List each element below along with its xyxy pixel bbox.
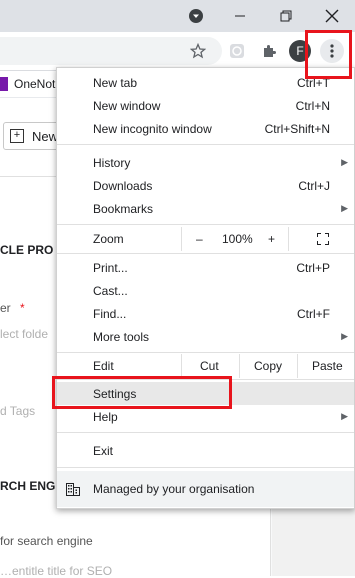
restore-button[interactable] (263, 0, 309, 32)
new-button-label: New (32, 128, 59, 144)
extension-app-icon (230, 44, 244, 58)
menu-separator (57, 253, 354, 254)
menu-label: New incognito window (93, 121, 212, 136)
field2-label: for search engine (0, 534, 93, 548)
submenu-arrow-icon: ▶ (341, 411, 348, 421)
submenu-arrow-icon: ▶ (341, 157, 348, 167)
menu-bookmarks[interactable]: Bookmarks ▶ (57, 197, 354, 220)
edit-divider (181, 354, 182, 378)
menu-label: History (93, 155, 131, 170)
menu-label: More tools (93, 329, 150, 344)
menu-label: Managed by your organisation (93, 482, 255, 496)
required-mark: * (20, 301, 25, 315)
menu-print[interactable]: Print... Ctrl+P (57, 256, 354, 279)
menu-separator (57, 224, 354, 225)
fullscreen-icon[interactable] (317, 233, 329, 245)
menu-label: Help (93, 409, 118, 424)
edit-divider (297, 354, 298, 378)
menu-more-tools[interactable]: More tools ▶ (57, 325, 354, 348)
close-window-button[interactable] (309, 0, 355, 32)
menu-managed[interactable]: Managed by your organisation (57, 471, 354, 507)
shortcut: Ctrl+N (295, 98, 330, 113)
zoom-in-button[interactable]: + (268, 232, 275, 246)
menu-separator (57, 432, 354, 433)
menu-new-incognito[interactable]: New incognito window Ctrl+Shift+N (57, 117, 354, 140)
menu-label: Exit (93, 443, 114, 458)
cut-button[interactable]: Cut (200, 359, 219, 373)
shortcut: Ctrl+Shift+N (264, 121, 330, 136)
section-heading-1: CLE PRO (0, 243, 54, 257)
menu-label: Downloads (93, 178, 153, 193)
plus-icon: + (10, 129, 24, 143)
menu-exit[interactable]: Exit (57, 439, 354, 462)
zoom-label: Zoom (93, 232, 124, 246)
menu-downloads[interactable]: Downloads Ctrl+J (57, 174, 354, 197)
menu-label: Cast... (93, 283, 128, 298)
menu-separator (57, 144, 354, 145)
menu-zoom-row: Zoom – 100% + (57, 227, 354, 251)
browser-toolbar: F (0, 32, 355, 71)
chrome-main-menu: New tab Ctrl+T New window Ctrl+N New incog… (56, 67, 355, 509)
zoom-level: 100% (222, 232, 253, 246)
field1-label: er * (0, 301, 25, 315)
zoom-out-button[interactable]: – (196, 232, 203, 246)
shortcut: Ctrl+J (298, 178, 330, 193)
zoom-divider (181, 227, 182, 251)
menu-edit-row: Edit Cut Copy Paste (57, 354, 354, 378)
bookmark-onenote[interactable]: OneNot (14, 77, 55, 91)
highlight-settings (52, 376, 232, 409)
restore-icon (280, 10, 292, 22)
menu-label: New tab (93, 75, 138, 90)
menu-label: Find... (93, 306, 127, 321)
divider (0, 176, 56, 177)
minimize-icon (235, 15, 245, 17)
chevron-circle-icon (189, 9, 203, 23)
menu-new-window[interactable]: New window Ctrl+N (57, 94, 354, 117)
menu-label: New window (93, 98, 161, 113)
menu-separator (57, 352, 354, 353)
extensions-menu-button[interactable] (257, 39, 281, 63)
menu-separator (57, 467, 354, 468)
puzzle-icon (264, 45, 276, 57)
tags-input[interactable]: d Tags (0, 404, 35, 418)
menu-label: Bookmarks (93, 201, 154, 216)
folder-select[interactable]: lect folde (0, 327, 48, 341)
extension-button[interactable] (225, 39, 249, 63)
copy-button[interactable]: Copy (254, 359, 282, 373)
title-bar (0, 0, 355, 32)
section-heading-2: RCH ENG (0, 479, 56, 493)
onenote-icon (0, 77, 8, 91)
bookmark-star-button[interactable] (186, 39, 210, 63)
menu-cast[interactable]: Cast... (57, 279, 354, 302)
submenu-arrow-icon: ▶ (341, 331, 348, 341)
paste-button[interactable]: Paste (312, 359, 343, 373)
field1-label-text: er (0, 301, 11, 315)
submenu-arrow-icon: ▶ (341, 203, 348, 213)
shortcut: Ctrl+P (296, 260, 330, 275)
menu-label: Print... (93, 260, 128, 275)
highlight-menu-button (305, 30, 352, 79)
tab-search-button[interactable] (173, 0, 219, 32)
star-icon (190, 43, 206, 59)
edit-label: Edit (93, 359, 114, 373)
close-icon (325, 9, 339, 23)
menu-history[interactable]: History ▶ (57, 151, 354, 174)
zoom-divider (288, 227, 289, 251)
menu-find[interactable]: Find... Ctrl+F (57, 302, 354, 325)
building-icon (66, 483, 80, 496)
minimize-button[interactable] (217, 0, 263, 32)
edit-divider (239, 354, 240, 378)
shortcut: Ctrl+F (297, 306, 330, 321)
